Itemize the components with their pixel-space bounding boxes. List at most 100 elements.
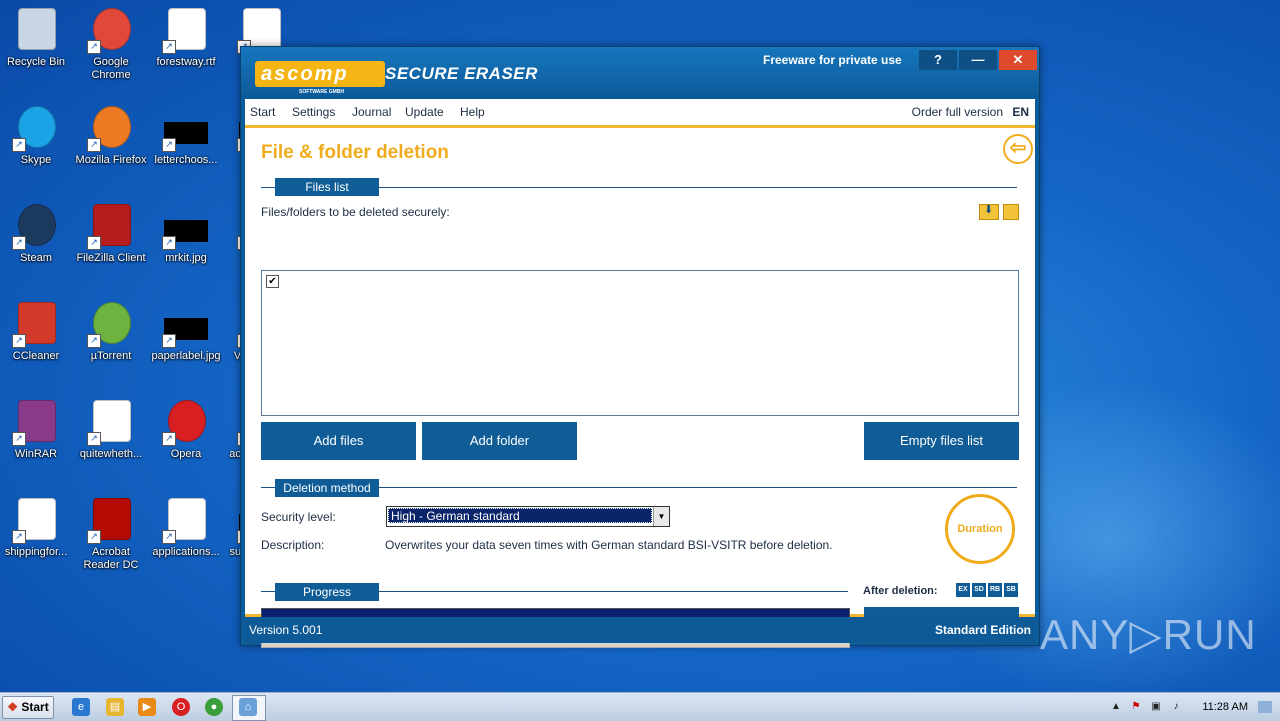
word-doc-icon: ↗ bbox=[12, 496, 60, 544]
shortcut-arrow-icon: ↗ bbox=[12, 432, 26, 446]
start-button[interactable]: ❖ Start bbox=[2, 696, 54, 719]
explorer-icon[interactable]: ▤ bbox=[106, 698, 124, 716]
desktop-icon-13[interactable]: ↗ CCleaner bbox=[0, 300, 72, 363]
description-text: Overwrites your data seven times with Ge… bbox=[385, 538, 833, 552]
anyrun-watermark: ANY▷RUN bbox=[1040, 611, 1257, 658]
word-doc-icon: ↗ bbox=[162, 496, 210, 544]
desktop-icon-label: applications... bbox=[152, 546, 220, 558]
edition-label: Standard Edition bbox=[935, 623, 1031, 637]
menu-settings[interactable]: Settings bbox=[292, 105, 335, 119]
shortcut-arrow-icon: ↗ bbox=[162, 530, 176, 544]
shortcut-arrow-icon: ↗ bbox=[87, 40, 101, 54]
load-list-icon[interactable] bbox=[979, 203, 999, 220]
shortcut-arrow-icon: ↗ bbox=[87, 432, 101, 446]
desktop-icon-label: Acrobat Reader DC bbox=[83, 546, 139, 571]
ie-icon[interactable]: e bbox=[72, 698, 90, 716]
security-level-value: High - German standard bbox=[388, 508, 652, 523]
security-level-select[interactable]: High - German standard ▼ bbox=[386, 506, 670, 527]
menu-update[interactable]: Update bbox=[405, 105, 444, 119]
image-file-icon: ↗ bbox=[162, 300, 210, 348]
menu-journal[interactable]: Journal bbox=[352, 105, 391, 119]
image-file-icon: ↗ bbox=[162, 104, 210, 152]
back-arrow-icon[interactable]: ⇦ bbox=[1003, 134, 1033, 164]
desktop-icon-1[interactable]: Recycle Bin bbox=[0, 6, 72, 69]
desktop-icon-6[interactable]: ↗ Mozilla Firefox bbox=[75, 104, 147, 167]
desktop-icon-17[interactable]: ↗ WinRAR bbox=[0, 398, 72, 461]
desktop-icon-3[interactable]: ↗ forestway.rtf bbox=[150, 6, 222, 69]
after-deletion-standby-button[interactable]: SB bbox=[1004, 583, 1018, 597]
help-button[interactable]: ? bbox=[919, 50, 957, 70]
desktop-icon-9[interactable]: ↗ Steam bbox=[0, 202, 72, 265]
files-list-box[interactable]: ✔ bbox=[261, 270, 1019, 416]
utorrent-icon: ↗ bbox=[87, 300, 135, 348]
file-checkbox[interactable]: ✔ bbox=[266, 275, 279, 288]
order-full-version-link[interactable]: Order full version bbox=[912, 105, 1003, 119]
freeware-label: Freeware for private use bbox=[763, 53, 902, 67]
volume-icon[interactable]: ♪ bbox=[1170, 701, 1182, 713]
show-hidden-icons[interactable]: ▲ bbox=[1110, 701, 1122, 713]
desktop-icon-11[interactable]: ↗ mrkit.jpg bbox=[150, 202, 222, 265]
close-button[interactable]: ✕ bbox=[999, 50, 1037, 70]
language-selector[interactable]: EN bbox=[1012, 105, 1029, 119]
title-bar[interactable]: ascomp SOFTWARE GMBH SECURE ERASER Freew… bbox=[241, 47, 1039, 99]
after-deletion-exit-button[interactable]: EX bbox=[956, 583, 970, 597]
shortcut-arrow-icon: ↗ bbox=[87, 138, 101, 152]
desktop-icon-5[interactable]: ↗ Skype bbox=[0, 104, 72, 167]
files-label: Files/folders to be deleted securely: bbox=[261, 205, 450, 219]
desktop-icon-22[interactable]: ↗ Acrobat Reader DC bbox=[75, 496, 147, 572]
desktop-icon-10[interactable]: ↗ FileZilla Client bbox=[75, 202, 147, 265]
shortcut-arrow-icon: ↗ bbox=[12, 236, 26, 250]
description-label: Description: bbox=[261, 538, 325, 552]
network-icon[interactable]: ▣ bbox=[1150, 701, 1162, 713]
desktop-icon-label: µTorrent bbox=[90, 350, 132, 362]
save-list-icon[interactable] bbox=[1003, 204, 1019, 220]
word-doc-icon: ↗ bbox=[162, 6, 210, 54]
add-folder-button[interactable]: Add folder bbox=[422, 422, 577, 460]
desktop-icon-label: FileZilla Client bbox=[76, 252, 146, 264]
empty-files-list-button[interactable]: Empty files list bbox=[864, 422, 1019, 460]
desktop-icon-label: WinRAR bbox=[14, 448, 58, 460]
shortcut-arrow-icon: ↗ bbox=[162, 334, 176, 348]
desktop-icon-7[interactable]: ↗ letterchoos... bbox=[150, 104, 222, 167]
add-files-button[interactable]: Add files bbox=[261, 422, 416, 460]
chevron-down-icon[interactable]: ▼ bbox=[653, 507, 669, 526]
minimize-button[interactable]: — bbox=[959, 50, 997, 70]
icon-glyph bbox=[18, 8, 56, 50]
desktop-icon-23[interactable]: ↗ applications... bbox=[150, 496, 222, 559]
opera-icon: ↗ bbox=[162, 398, 210, 446]
menu-help[interactable]: Help bbox=[460, 105, 485, 119]
desktop-icon-19[interactable]: ↗ Opera bbox=[150, 398, 222, 461]
status-bar: Version 5.001 Standard Edition bbox=[245, 617, 1035, 643]
secure-eraser-taskbar-button[interactable]: ⌂ bbox=[232, 695, 266, 721]
ccleaner-icon: ↗ bbox=[12, 300, 60, 348]
firefox-icon: ↗ bbox=[87, 104, 135, 152]
desktop-icon-2[interactable]: ↗ Google Chrome bbox=[75, 6, 147, 82]
desktop-icon-label: CCleaner bbox=[12, 350, 60, 362]
shortcut-arrow-icon: ↗ bbox=[12, 530, 26, 544]
chrome-taskbar-icon[interactable]: ● bbox=[205, 698, 223, 716]
deletion-method-section-label: Deletion method bbox=[275, 479, 379, 497]
files-list-section-label: Files list bbox=[275, 178, 379, 196]
desktop-icon-14[interactable]: ↗ µTorrent bbox=[75, 300, 147, 363]
desktop-icon-15[interactable]: ↗ paperlabel.jpg bbox=[150, 300, 222, 363]
desktop-icon-21[interactable]: ↗ shippingfor... bbox=[0, 496, 72, 559]
secure-eraser-taskbar-icon: ⌂ bbox=[239, 698, 257, 716]
action-center-icon[interactable]: ⚑ bbox=[1130, 701, 1142, 713]
winrar-icon: ↗ bbox=[12, 398, 60, 446]
show-desktop-button[interactable] bbox=[1258, 701, 1272, 713]
version-label: Version 5.001 bbox=[249, 623, 323, 637]
clock[interactable]: 11:28 AM bbox=[1202, 701, 1248, 713]
desktop-icon-label: paperlabel.jpg bbox=[151, 350, 221, 362]
shortcut-arrow-icon: ↗ bbox=[162, 40, 176, 54]
desktop-icon-label: letterchoos... bbox=[154, 154, 218, 166]
media-player-icon[interactable]: ▶ bbox=[138, 698, 156, 716]
desktop-icon-label: Skype bbox=[20, 154, 52, 166]
shortcut-arrow-icon: ↗ bbox=[162, 432, 176, 446]
opera-taskbar-icon[interactable]: O bbox=[172, 698, 190, 716]
after-deletion-shutdown-button[interactable]: SD bbox=[972, 583, 986, 597]
desktop-icon-label: Google Chrome bbox=[91, 56, 131, 81]
after-deletion-reboot-button[interactable]: RB bbox=[988, 583, 1002, 597]
list-actions bbox=[979, 202, 1021, 220]
menu-start[interactable]: Start bbox=[250, 105, 275, 119]
desktop-icon-18[interactable]: ↗ quitewheth... bbox=[75, 398, 147, 461]
